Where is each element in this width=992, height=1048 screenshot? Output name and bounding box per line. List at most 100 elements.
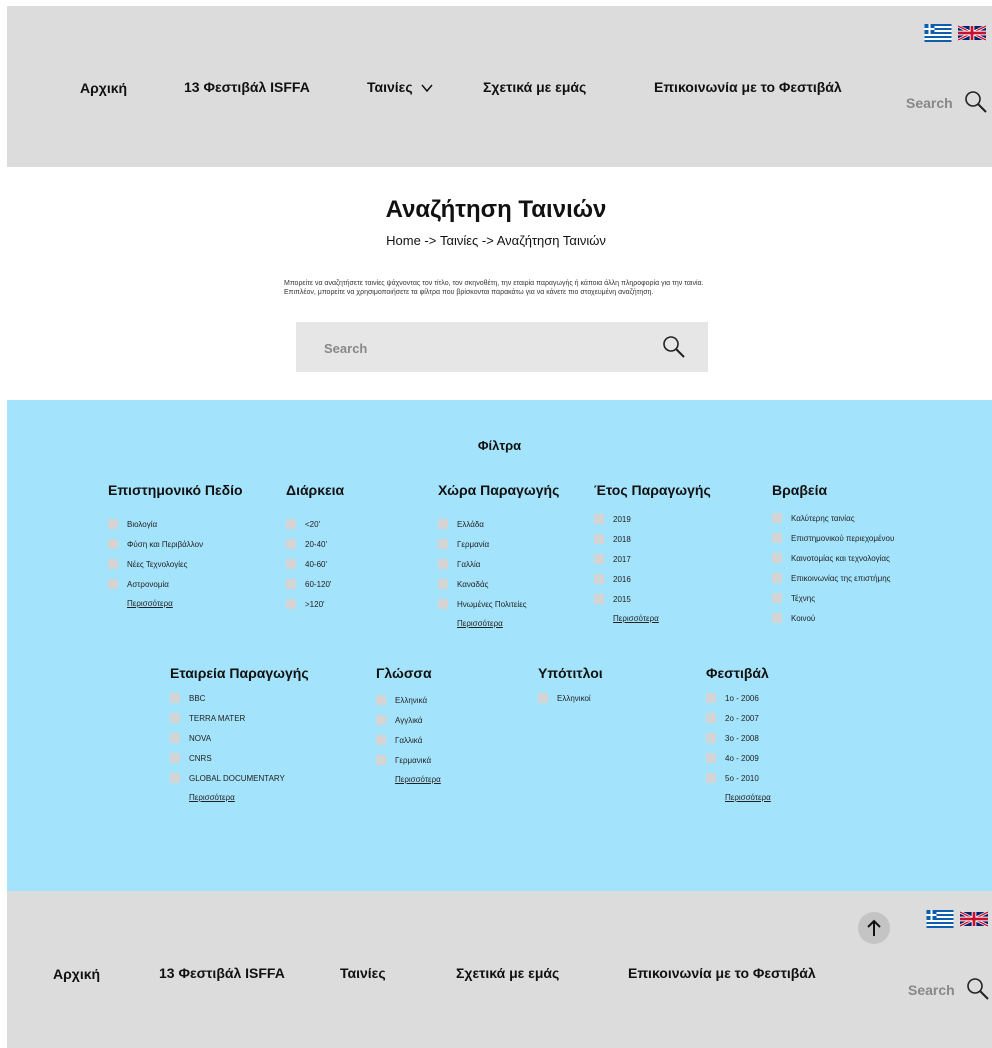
- footer-nav-films[interactable]: Ταινίες: [340, 965, 386, 981]
- filter-option[interactable]: <20': [286, 514, 344, 534]
- more-link[interactable]: Περισσότερα: [395, 770, 441, 788]
- checkbox[interactable]: [438, 519, 448, 529]
- more-link[interactable]: Περισσότερα: [189, 788, 309, 806]
- filter-option[interactable]: Νέες Τεχνολογίες: [108, 554, 243, 574]
- film-search-input[interactable]: [322, 336, 626, 360]
- checkbox[interactable]: [706, 713, 716, 723]
- checkbox[interactable]: [594, 554, 604, 564]
- filter-option[interactable]: 5ο - 2010: [706, 768, 771, 788]
- checkbox[interactable]: [108, 519, 118, 529]
- checkbox[interactable]: [170, 753, 180, 763]
- filter-option[interactable]: Ελληνικοί: [538, 688, 603, 708]
- filter-option[interactable]: TERRA MATER: [170, 708, 309, 728]
- more-link[interactable]: Περισσότερα: [613, 609, 711, 627]
- filter-option[interactable]: Γερμανικά: [376, 750, 441, 770]
- search-icon[interactable]: [662, 335, 686, 359]
- filter-option[interactable]: GLOBAL DOCUMENTARY: [170, 768, 309, 788]
- checkbox[interactable]: [286, 599, 296, 609]
- checkbox[interactable]: [538, 693, 548, 703]
- checkbox[interactable]: [286, 539, 296, 549]
- filter-option[interactable]: 4ο - 2009: [706, 748, 771, 768]
- filter-option[interactable]: Τέχνης: [772, 588, 894, 608]
- filter-option[interactable]: 2018: [594, 529, 711, 549]
- checkbox[interactable]: [706, 773, 716, 783]
- filter-option[interactable]: Καινοτομίας και τεχνολογίας: [772, 548, 894, 568]
- filter-option[interactable]: >120': [286, 594, 344, 614]
- more-link[interactable]: Περισσότερα: [725, 788, 771, 806]
- filter-option[interactable]: 20-40': [286, 534, 344, 554]
- filter-option[interactable]: 2019: [594, 509, 711, 529]
- filter-option[interactable]: Ελληνικά: [376, 690, 441, 710]
- filter-option[interactable]: Γαλλία: [438, 554, 559, 574]
- filter-option[interactable]: BBC: [170, 688, 309, 708]
- checkbox[interactable]: [170, 733, 180, 743]
- uk-flag-icon[interactable]: [960, 910, 988, 928]
- checkbox[interactable]: [286, 519, 296, 529]
- checkbox[interactable]: [170, 693, 180, 703]
- checkbox[interactable]: [594, 574, 604, 584]
- filter-option[interactable]: 2ο - 2007: [706, 708, 771, 728]
- filter-option[interactable]: Κοινού: [772, 608, 894, 628]
- more-link[interactable]: Περισσότερα: [457, 614, 559, 632]
- more-link[interactable]: Περισσότερα: [127, 594, 243, 612]
- header-search-label[interactable]: Search: [906, 95, 953, 111]
- footer-nav-contact[interactable]: Επικοινωνία με το Φεστιβάλ: [628, 965, 816, 981]
- checkbox[interactable]: [376, 735, 386, 745]
- search-icon[interactable]: [964, 90, 988, 114]
- nav-films[interactable]: Ταινίες: [367, 79, 433, 95]
- checkbox[interactable]: [438, 559, 448, 569]
- nav-home[interactable]: Αρχική: [80, 80, 127, 96]
- nav-about[interactable]: Σχετικά με εμάς: [483, 79, 586, 95]
- filter-option[interactable]: 40-60': [286, 554, 344, 574]
- checkbox[interactable]: [170, 773, 180, 783]
- footer-nav-home[interactable]: Αρχική: [53, 966, 100, 982]
- checkbox[interactable]: [376, 755, 386, 765]
- checkbox[interactable]: [772, 533, 782, 543]
- filter-option[interactable]: 2015: [594, 589, 711, 609]
- checkbox[interactable]: [706, 753, 716, 763]
- checkbox[interactable]: [438, 579, 448, 589]
- filter-option[interactable]: Φύση και Περιβάλλον: [108, 534, 243, 554]
- filter-option[interactable]: Γερμανία: [438, 534, 559, 554]
- checkbox[interactable]: [438, 539, 448, 549]
- footer-nav-about[interactable]: Σχετικά με εμάς: [456, 965, 559, 981]
- filter-option[interactable]: 1ο - 2006: [706, 688, 771, 708]
- back-to-top-button[interactable]: [858, 912, 890, 944]
- filter-option[interactable]: Καλύτερης ταινίας: [772, 508, 894, 528]
- checkbox[interactable]: [594, 534, 604, 544]
- filter-option[interactable]: 2016: [594, 569, 711, 589]
- checkbox[interactable]: [772, 573, 782, 583]
- filter-option[interactable]: Βιολογία: [108, 514, 243, 534]
- checkbox[interactable]: [772, 553, 782, 563]
- checkbox[interactable]: [772, 513, 782, 523]
- checkbox[interactable]: [286, 579, 296, 589]
- checkbox[interactable]: [594, 594, 604, 604]
- checkbox[interactable]: [706, 693, 716, 703]
- checkbox[interactable]: [108, 539, 118, 549]
- footer-nav-festival[interactable]: 13 Φεστιβάλ ISFFA: [159, 965, 285, 981]
- checkbox[interactable]: [594, 514, 604, 524]
- search-icon[interactable]: [966, 977, 990, 1001]
- filter-option[interactable]: Ηνωμένες Πολιτείες: [438, 594, 559, 614]
- checkbox[interactable]: [438, 599, 448, 609]
- filter-option[interactable]: Επικοινωνίας της επιστήμης: [772, 568, 894, 588]
- checkbox[interactable]: [376, 715, 386, 725]
- uk-flag-icon[interactable]: [958, 24, 986, 42]
- checkbox[interactable]: [706, 733, 716, 743]
- nav-contact[interactable]: Επικοινωνία με το Φεστιβάλ: [654, 79, 842, 95]
- filter-option[interactable]: Γαλλικά: [376, 730, 441, 750]
- checkbox[interactable]: [286, 559, 296, 569]
- filter-option[interactable]: CNRS: [170, 748, 309, 768]
- checkbox[interactable]: [772, 613, 782, 623]
- greek-flag-icon[interactable]: [924, 24, 952, 42]
- filter-option[interactable]: Επιστημονικού περιεχομένου: [772, 528, 894, 548]
- filter-option[interactable]: Ελλάδα: [438, 514, 559, 534]
- filter-option[interactable]: 3ο - 2008: [706, 728, 771, 748]
- filter-option[interactable]: Καναδάς: [438, 574, 559, 594]
- filter-option[interactable]: 60-120': [286, 574, 344, 594]
- checkbox[interactable]: [108, 579, 118, 589]
- checkbox[interactable]: [772, 593, 782, 603]
- checkbox[interactable]: [108, 559, 118, 569]
- filter-option[interactable]: Αγγλικά: [376, 710, 441, 730]
- filter-option[interactable]: 2017: [594, 549, 711, 569]
